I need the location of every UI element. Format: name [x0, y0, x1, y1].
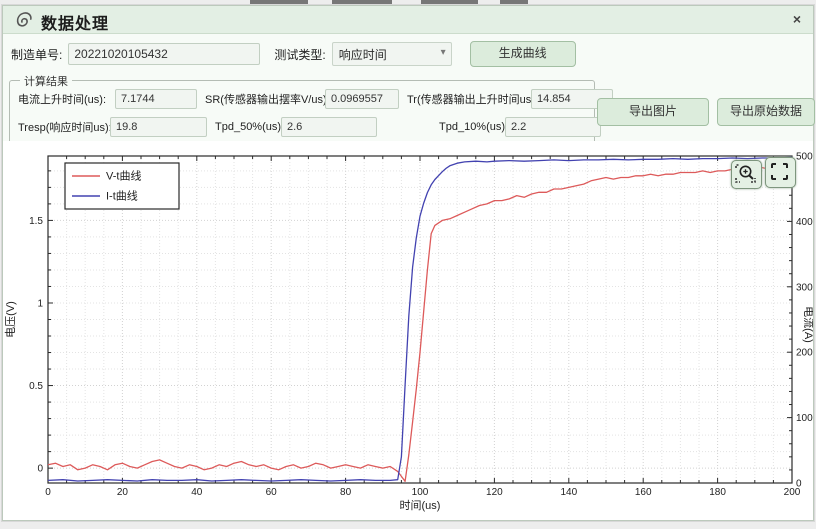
slew-rate-value[interactable]: [325, 89, 399, 109]
group-title: 计算结果: [20, 73, 72, 89]
y-left-axis-title: 电压(V): [4, 301, 17, 338]
data-processing-dialog: 数据处理 × 制造单号: 测试类型: 响应时间 ▾ 生成曲线 计算结果 电流上升…: [2, 5, 814, 521]
page-title: 数据处理: [41, 10, 109, 34]
calculation-results-group: 计算结果 电流上升时间(us): SR(传感器输出摆率V/us): Tr(传感器…: [9, 80, 595, 146]
form-row: 制造单号: 测试类型: 响应时间 ▾ 生成曲线: [11, 42, 576, 66]
title-bar: 数据处理 ×: [3, 6, 813, 34]
test-type-selected-value: 响应时间: [339, 46, 387, 63]
app-spiral-logo-icon: [13, 9, 35, 31]
svg-text:40: 40: [191, 487, 203, 498]
current-rise-time-label: 电流上升时间(us):: [18, 91, 111, 107]
close-icon[interactable]: ×: [789, 11, 805, 27]
chart-fullscreen-icon[interactable]: [765, 157, 796, 188]
background-window-fragment: [421, 0, 478, 4]
generate-curve-button[interactable]: 生成曲线: [470, 41, 576, 67]
tresp-label: Tresp(响应时间us):: [18, 119, 106, 135]
svg-text:120: 120: [486, 487, 503, 498]
test-type-label: 测试类型:: [274, 46, 325, 63]
tpd50-value[interactable]: [281, 117, 377, 137]
svg-text:1: 1: [37, 298, 43, 309]
chart-zoom-icon[interactable]: [731, 160, 762, 189]
sensor-rise-time-label: Tr(传感器输出上升时间us):: [407, 91, 527, 107]
test-type-dropdown[interactable]: 响应时间 ▾: [332, 42, 452, 66]
current-rise-time-value[interactable]: [115, 89, 197, 109]
tresp-value[interactable]: [110, 117, 207, 137]
svg-text:0: 0: [45, 487, 51, 498]
svg-text:100: 100: [796, 413, 813, 424]
svg-text:400: 400: [796, 217, 813, 228]
y-right-axis-title: 电流(A): [802, 306, 813, 343]
svg-text:1.5: 1.5: [29, 216, 43, 227]
tpd10-label: Tpd_10%(us):: [439, 121, 501, 133]
svg-text:500: 500: [796, 152, 813, 163]
svg-text:0.5: 0.5: [29, 381, 43, 392]
svg-text:0: 0: [37, 464, 43, 475]
svg-text:160: 160: [635, 487, 652, 498]
legend: V-t曲线 I-t曲线: [65, 163, 179, 209]
tpd10-value[interactable]: [505, 117, 601, 137]
svg-text:20: 20: [117, 487, 129, 498]
order-number-label: 制造单号:: [11, 46, 62, 63]
slew-rate-label: SR(传感器输出摆率V/us):: [205, 91, 321, 107]
results-row-1: 电流上升时间(us): SR(传感器输出摆率V/us): Tr(传感器输出上升时…: [18, 89, 613, 109]
background-window-fragment: [332, 0, 392, 4]
svg-text:200: 200: [796, 348, 813, 359]
background-window-fragment: [250, 0, 308, 4]
svg-text:140: 140: [560, 487, 577, 498]
export-raw-data-button[interactable]: 导出原始数据: [717, 98, 815, 126]
export-image-button[interactable]: 导出图片: [597, 98, 709, 126]
svg-text:300: 300: [796, 282, 813, 293]
screen: 数据处理 × 制造单号: 测试类型: 响应时间 ▾ 生成曲线 计算结果 电流上升…: [0, 0, 816, 529]
svg-text:60: 60: [266, 487, 278, 498]
svg-text:V-t曲线: V-t曲线: [106, 169, 141, 183]
chart-canvas: 02040608010012014016018020000.511.501002…: [3, 141, 813, 516]
background-window-fragment: [500, 0, 528, 4]
svg-text:80: 80: [340, 487, 352, 498]
x-axis-title: 时间(us): [400, 499, 441, 512]
svg-text:I-t曲线: I-t曲线: [106, 189, 138, 203]
results-row-2: Tresp(响应时间us): Tpd_50%(us): Tpd_10%(us):: [18, 117, 601, 137]
svg-text:180: 180: [709, 487, 726, 498]
tpd50-label: Tpd_50%(us):: [215, 121, 277, 133]
svg-text:100: 100: [412, 487, 429, 498]
chevron-down-icon: ▾: [441, 47, 446, 58]
response-curve-chart: 02040608010012014016018020000.511.501002…: [3, 141, 813, 520]
order-number-input[interactable]: [68, 43, 260, 65]
svg-text:0: 0: [796, 479, 802, 490]
